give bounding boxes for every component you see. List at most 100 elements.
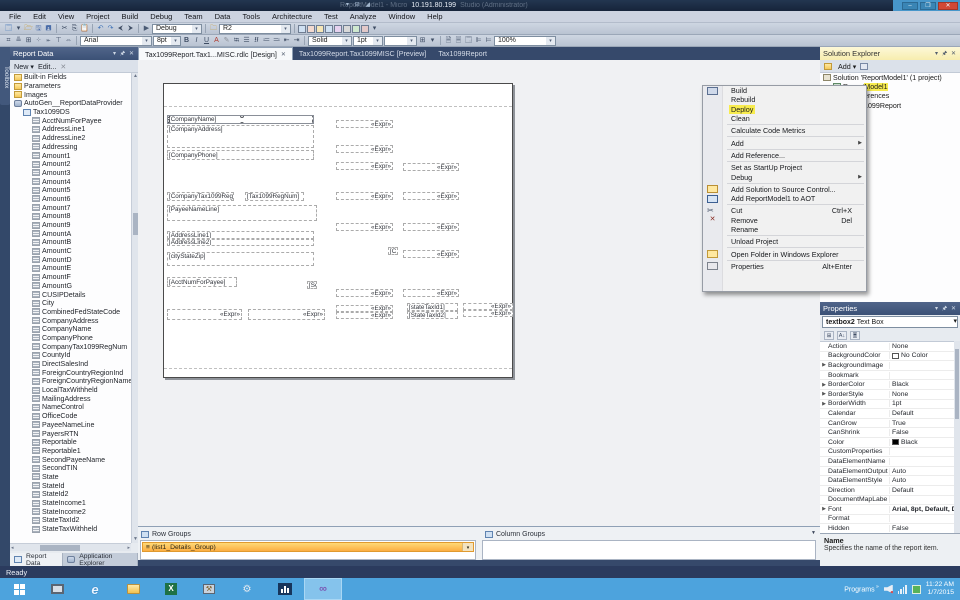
alphabetical-icon[interactable]: A↓ xyxy=(837,331,847,340)
selected-object-dropdown[interactable]: textbox2 Text Box ▾ xyxy=(822,316,958,328)
report-properties-icon[interactable]: 🗔 xyxy=(464,36,473,45)
tree-item[interactable]: LocalTaxWithheld xyxy=(10,386,131,395)
tree-item[interactable]: City xyxy=(10,299,131,308)
property-row[interactable]: DataElementStyleAuto xyxy=(820,476,960,486)
show-all-files-icon[interactable] xyxy=(824,63,832,70)
report-textbox[interactable]: «Expr» xyxy=(463,303,513,310)
tree-item[interactable]: AmountG xyxy=(10,282,131,291)
toolbox-tab[interactable]: Toolbox xyxy=(0,47,10,105)
new-project-icon[interactable]: 🗔 xyxy=(4,24,13,33)
restore-button[interactable]: ❐ xyxy=(920,2,936,10)
property-row[interactable]: ▶BorderWidth1pt xyxy=(820,400,960,410)
add-dropdown[interactable]: Add ▾ xyxy=(838,62,856,71)
tree-item[interactable]: Amount1 xyxy=(10,151,131,160)
property-value[interactable]: No Color xyxy=(890,352,960,359)
menu-team[interactable]: Team xyxy=(178,12,208,21)
tree-item[interactable]: Reportable1 xyxy=(10,447,131,456)
report-textbox[interactable]: [AddressLine2] xyxy=(167,239,314,246)
context-menu-item-debug[interactable]: Debug▶ xyxy=(703,172,866,181)
italic-icon[interactable]: I xyxy=(192,36,201,45)
tree-item[interactable]: CompanyName xyxy=(10,325,131,334)
menu-analyze[interactable]: Analyze xyxy=(344,12,383,21)
toolbar-options-icon[interactable]: ▾ xyxy=(370,24,379,33)
tree-item[interactable]: Parameters xyxy=(10,82,131,91)
bottom-tab-report-data[interactable]: Report Data xyxy=(10,553,63,566)
report-data-horizontal-scrollbar[interactable]: ◂ ▸ xyxy=(10,543,131,551)
close-tab-icon[interactable]: ✕ xyxy=(281,51,286,58)
minimize-button[interactable]: – xyxy=(902,2,918,10)
copy-icon[interactable]: ⎘ xyxy=(70,24,79,33)
numbered-list-icon[interactable]: ≔ xyxy=(262,36,271,45)
context-menu-item-set-as-startup-project[interactable]: Set as StartUp Project xyxy=(703,163,866,172)
selection-handle[interactable] xyxy=(240,122,244,124)
tree-item[interactable]: AmountB xyxy=(10,238,131,247)
tree-item[interactable]: Amount6 xyxy=(10,195,131,204)
report-textbox[interactable]: «Expr» xyxy=(336,162,393,170)
ax-tool-icon-6[interactable] xyxy=(343,25,351,33)
close-button[interactable]: ✕ xyxy=(938,2,958,10)
tree-item[interactable]: Images xyxy=(10,90,131,99)
property-row[interactable]: Bookmark xyxy=(820,371,960,381)
property-value[interactable]: Default xyxy=(890,487,960,494)
property-row[interactable]: CanGrowTrue xyxy=(820,419,960,429)
report-textbox[interactable]: «Expr» xyxy=(403,250,459,258)
tree-item[interactable]: DirectSalesInd xyxy=(10,360,131,369)
context-menu-item-deploy[interactable]: Deploy xyxy=(703,105,866,114)
save-icon[interactable]: 🖫 xyxy=(34,24,43,33)
property-row[interactable]: ColorBlack xyxy=(820,438,960,448)
report-textbox[interactable]: [Tax1099RegNum] xyxy=(245,192,304,201)
zoom-dropdown[interactable]: 100%▾ xyxy=(494,36,556,46)
auto-hide-pin-icon[interactable]: 🖈 xyxy=(942,51,949,57)
tree-item[interactable]: PayersRTN xyxy=(10,429,131,438)
tree-item[interactable]: AmountC xyxy=(10,247,131,256)
bold-icon[interactable]: B xyxy=(182,36,191,45)
menu-file[interactable]: File xyxy=(3,12,27,21)
report-body-icon[interactable]: 🗏 xyxy=(454,36,463,45)
taskbar-excel[interactable]: X xyxy=(152,578,190,600)
selection-handle[interactable] xyxy=(167,122,170,124)
align-center-icon[interactable]: ☰ xyxy=(242,36,251,45)
align-right-icon[interactable]: ⭿ xyxy=(252,36,261,45)
property-value[interactable]: True xyxy=(890,420,960,427)
taskbar-clock[interactable]: 11:22 AM 1/7/2015 xyxy=(926,581,954,597)
context-menu-item-build[interactable]: Build xyxy=(703,86,866,95)
start-button[interactable] xyxy=(0,578,38,600)
report-textbox[interactable]: [AcctNumForPayee] xyxy=(167,277,237,287)
property-row[interactable]: CustomProperties xyxy=(820,448,960,458)
layer-dropdown[interactable]: R2▾ xyxy=(219,24,291,34)
property-value[interactable]: Auto xyxy=(890,468,960,475)
solution-configurations-dropdown[interactable]: Debug▾ xyxy=(152,24,202,34)
tree-item[interactable]: Amount5 xyxy=(10,186,131,195)
tree-item[interactable]: MailingAddress xyxy=(10,394,131,403)
tree-item[interactable]: Amount2 xyxy=(10,160,131,169)
context-menu-item-clean[interactable]: Clean xyxy=(703,114,866,123)
taskbar-file-explorer[interactable] xyxy=(114,578,152,600)
menu-debug[interactable]: Debug xyxy=(144,12,178,21)
font-size-dropdown[interactable]: 8pt▾ xyxy=(153,36,181,46)
edit-button[interactable]: Edit... xyxy=(38,62,56,71)
close-panel-icon[interactable]: ✕ xyxy=(951,306,957,312)
layout-icon-1[interactable]: ⌗ xyxy=(4,36,13,45)
menu-tools[interactable]: Tools xyxy=(236,12,266,21)
property-row[interactable]: DirectionDefault xyxy=(820,486,960,496)
report-textbox[interactable]: [cityStateZip] xyxy=(167,252,314,266)
tree-item[interactable]: CompanyAddress xyxy=(10,316,131,325)
add-item-icon[interactable]: ▾ xyxy=(14,24,23,33)
bullet-list-icon[interactable]: ≕ xyxy=(272,36,281,45)
tree-item[interactable]: PayeeNameLine xyxy=(10,421,131,430)
tree-item[interactable]: Amount4 xyxy=(10,177,131,186)
property-row[interactable]: BackgroundColorNo Color xyxy=(820,352,960,362)
tree-item[interactable]: AcctNumForPayee xyxy=(10,116,131,125)
border-style-dropdown[interactable]: Solid▾ xyxy=(308,36,352,46)
font-family-dropdown[interactable]: Arial▾ xyxy=(80,36,152,46)
ax-tool-icon-7[interactable] xyxy=(352,25,360,33)
context-menu-item-add[interactable]: Add▶ xyxy=(703,138,866,147)
categorized-icon[interactable]: ⊞ xyxy=(824,331,834,340)
align-lefts-icon[interactable]: ⫦ xyxy=(44,36,53,45)
report-textbox[interactable]: «Expr» xyxy=(336,120,393,128)
tree-item[interactable]: StateId xyxy=(10,481,131,490)
tree-item[interactable]: CompanyPhone xyxy=(10,334,131,343)
tree-item[interactable]: Tax1099DS xyxy=(10,108,131,117)
taskbar-visual-studio[interactable]: ∞ xyxy=(304,578,342,600)
bottom-tab-application-explorer[interactable]: Application Explorer xyxy=(63,553,138,566)
